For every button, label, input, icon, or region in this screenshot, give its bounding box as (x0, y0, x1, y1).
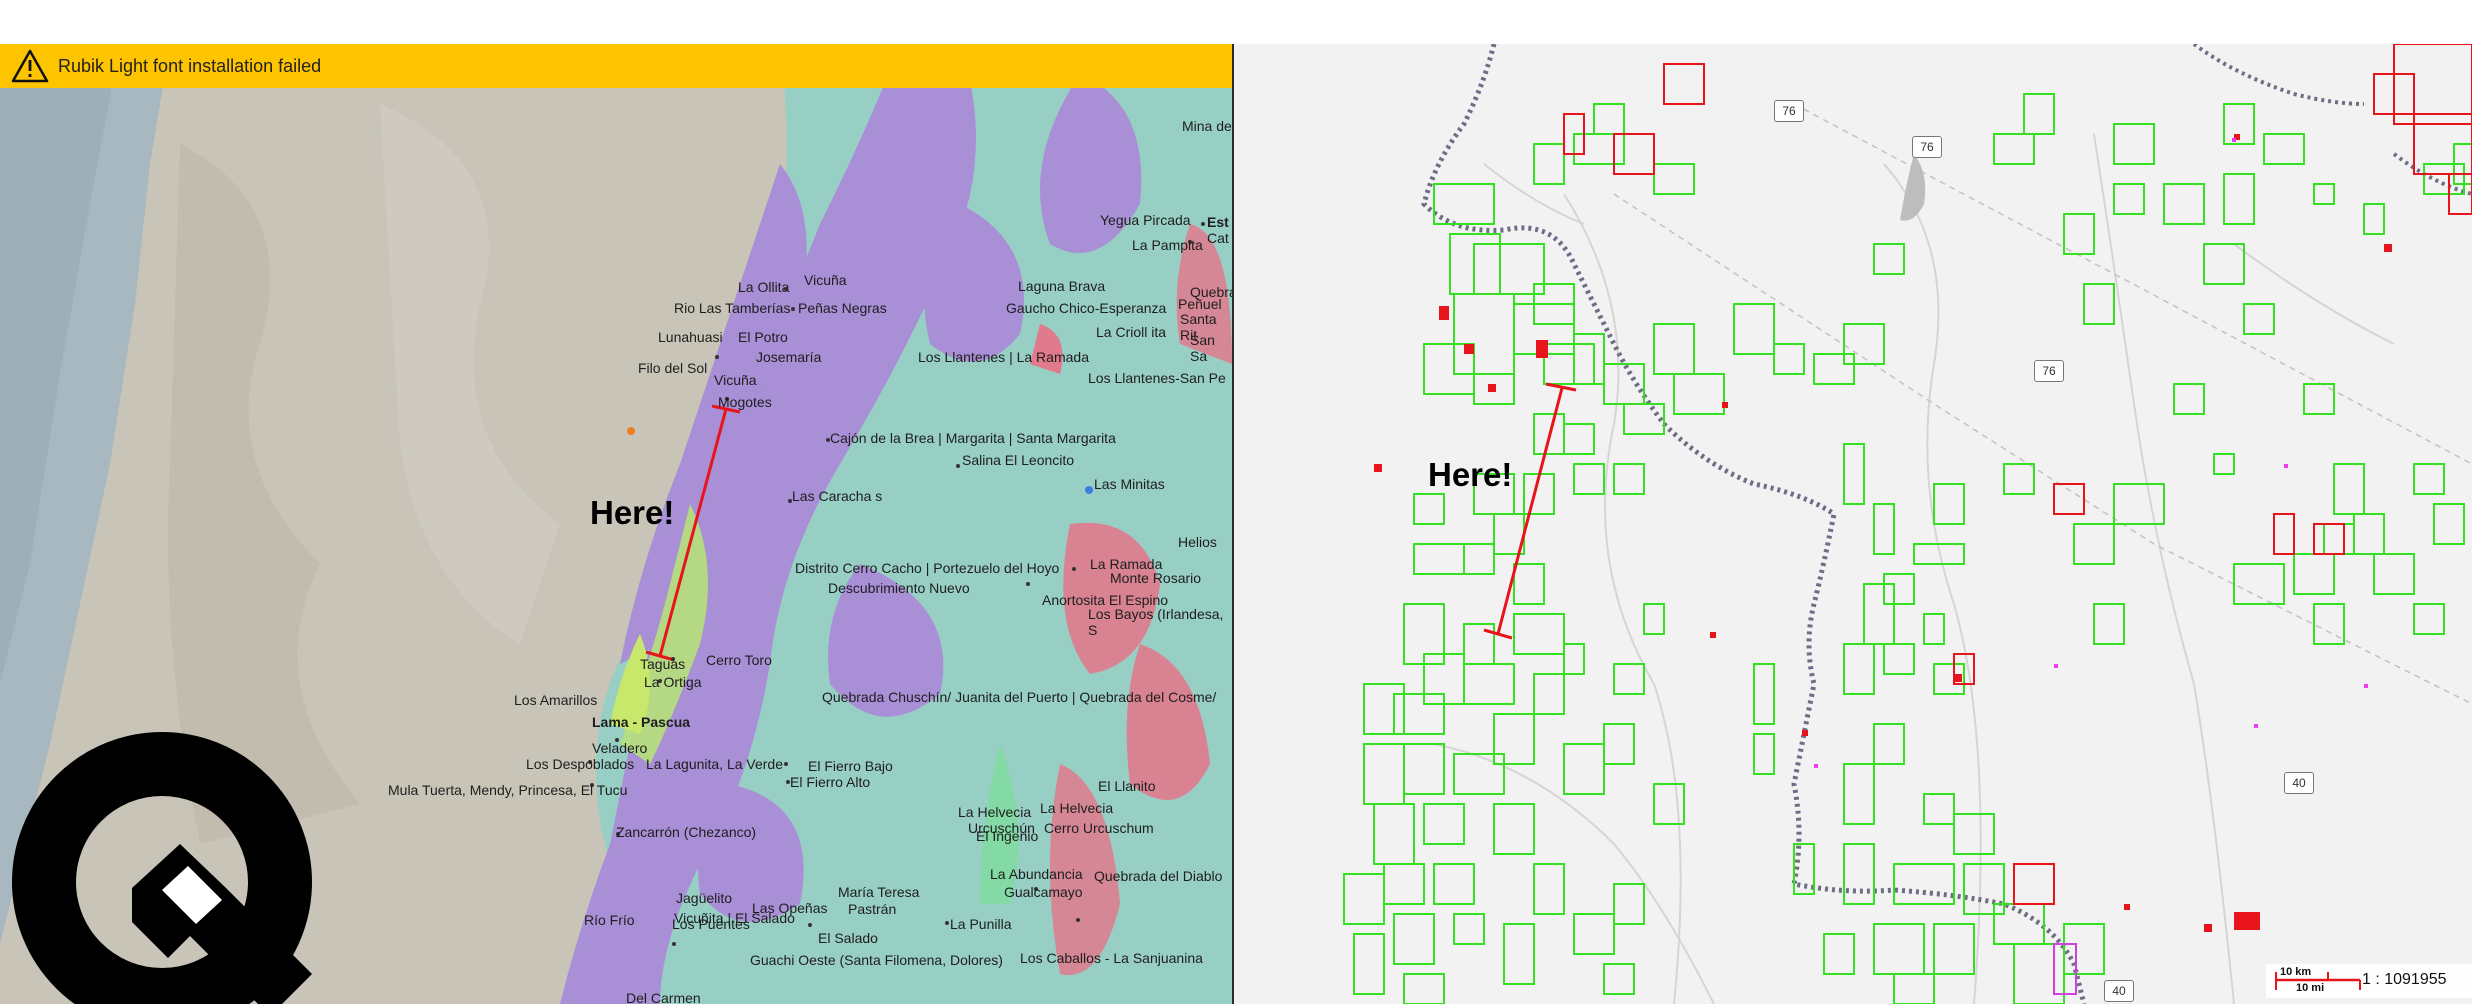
place-label[interactable]: Del Carmen (626, 990, 701, 1004)
place-label[interactable]: Taguas (640, 656, 685, 672)
left-here-annotation: Here! (590, 494, 675, 531)
place-label[interactable]: Peñas Negras (798, 300, 887, 316)
place-label[interactable]: El Llanito (1098, 778, 1156, 794)
route-shield: 76 (1774, 100, 1804, 122)
place-label[interactable]: Lunahuasi (658, 329, 723, 345)
place-label[interactable]: Descubrimiento Nuevo (828, 580, 970, 596)
place-label[interactable]: El Ingenio (976, 828, 1038, 844)
place-label[interactable]: La Helvecia (1040, 800, 1113, 816)
place-label[interactable]: Cerro Toro (706, 652, 772, 668)
place-label[interactable]: La Pampita (1132, 237, 1203, 253)
place-label[interactable]: Lama - Pascua (592, 714, 690, 730)
warning-banner: Rubik Light font installation failed (0, 44, 1232, 88)
place-label[interactable]: Mina de (1182, 118, 1232, 134)
place-label[interactable]: La Abundancia (990, 866, 1083, 882)
place-label[interactable]: Monte Rosario (1110, 570, 1201, 586)
place-label[interactable]: Cajón de la Brea | Margarita | Santa Mar… (830, 430, 1116, 446)
route-shield: 76 (1912, 136, 1942, 158)
place-label[interactable]: El Fierro Alto (790, 774, 870, 790)
place-label[interactable]: Mogotes (718, 394, 772, 410)
place-label[interactable]: Quebrada del Diablo (1094, 868, 1222, 884)
place-label[interactable]: Los Despoblados (526, 756, 634, 772)
place-label[interactable]: Los Bayos (Irlandesa, S (1088, 606, 1232, 638)
place-label[interactable]: Quebrada Chuschín/ Juanita del Puerto | … (822, 689, 1216, 705)
scale-mi-label: 10 mi (2296, 982, 2325, 994)
place-label[interactable]: La Punilla (950, 916, 1012, 932)
right-map-canvas (1234, 44, 2472, 1004)
place-label[interactable]: Jagüelito (676, 890, 732, 906)
right-here-annotation: Here! (1428, 456, 1513, 493)
place-label[interactable]: Zancarrón (Chezanco) (616, 824, 756, 840)
place-label[interactable]: Est (1207, 214, 1229, 230)
place-label[interactable]: Veladero (592, 740, 647, 756)
place-label[interactable]: Vicuñita | El Salado (674, 910, 795, 926)
place-label[interactable]: Guachi Oeste (Santa Filomena, Dolores) (750, 952, 1003, 968)
place-label[interactable]: La Crioll ita (1096, 324, 1166, 340)
place-label[interactable]: Cerro Urcuschum (1044, 820, 1154, 836)
place-label[interactable]: El Potro (738, 329, 788, 345)
place-label[interactable]: Los Llantenes-San Pe (1088, 370, 1226, 386)
place-label[interactable]: Cat (1207, 230, 1229, 246)
right-map-panel[interactable]: 76 76 76 40 40 Here! (1234, 44, 2472, 1004)
place-label[interactable]: Las Minitas (1094, 476, 1165, 492)
place-label[interactable]: Los Llantenes | La Ramada (918, 349, 1089, 365)
place-label[interactable]: El Salado (818, 930, 878, 946)
place-label[interactable]: La Ortiga (644, 674, 702, 690)
place-label[interactable]: El Fierro Bajo (808, 758, 893, 774)
warning-text: Rubik Light font installation failed (58, 55, 322, 76)
route-shield: 40 (2104, 980, 2134, 1002)
place-label[interactable]: Peñuel (1178, 296, 1222, 312)
place-label[interactable]: Filo del Sol (638, 360, 707, 376)
place-label[interactable]: Río Frío (584, 912, 635, 928)
left-map-panel[interactable]: Mina de Yegua Pircada Est Cat La Pampita… (0, 44, 1232, 1004)
place-label[interactable]: Rio Las Tamberías (674, 300, 790, 316)
place-label[interactable]: La Ollita (738, 279, 789, 295)
place-label[interactable]: María Teresa (838, 884, 919, 900)
place-label[interactable]: Los Caballos - La Sanjuanina (1020, 950, 1203, 966)
route-shield: 76 (2034, 360, 2064, 382)
map-scale: 10 km 10 mi 1 : 1091955 (2266, 964, 2472, 998)
place-label[interactable]: La Lagunita, La Verde (646, 756, 783, 772)
place-label[interactable]: Josemaría (756, 349, 821, 365)
place-label[interactable]: La Helvecia (958, 804, 1031, 820)
place-label[interactable]: Distrito Cerro Cacho | Portezuelo del Ho… (795, 560, 1059, 576)
place-label[interactable]: Helios (1178, 534, 1217, 550)
place-label[interactable]: Gaucho Chico-Esperanza (1006, 300, 1166, 316)
scale-km-label: 10 km (2280, 966, 2312, 978)
route-shield: 40 (2284, 772, 2314, 794)
warning-triangle-icon (11, 49, 49, 83)
place-label[interactable]: San Sa (1190, 332, 1232, 364)
place-label[interactable]: Vicuña (714, 372, 757, 388)
place-label[interactable]: Las Caracha s (792, 488, 882, 504)
q-logo (12, 732, 312, 1004)
place-label[interactable]: Gualcamayo (1004, 884, 1083, 900)
place-label[interactable]: Mula Tuerta, Mendy, Princesa, El Tucu (388, 782, 627, 798)
place-label[interactable]: Vicuña (804, 272, 847, 288)
scale-ratio: 1 : 1091955 (2362, 971, 2447, 988)
place-label[interactable]: Laguna Brava (1018, 278, 1105, 294)
place-label[interactable]: Pastrán (848, 901, 896, 917)
place-label[interactable]: Yegua Pircada (1100, 212, 1191, 228)
place-label[interactable]: Salina El Leoncito (962, 452, 1074, 468)
place-label[interactable]: Los Amarillos (514, 692, 597, 708)
